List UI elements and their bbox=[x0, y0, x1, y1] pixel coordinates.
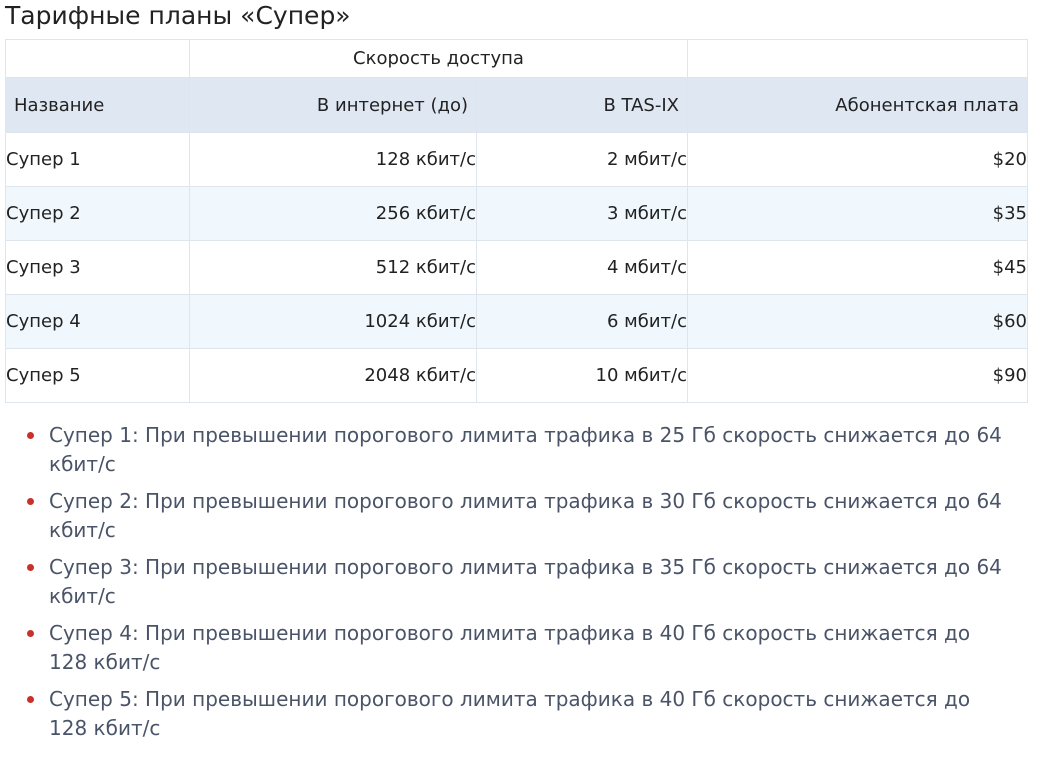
table-row: Супер 1 128 кбит/с 2 мбит/с $20 bbox=[5, 132, 1028, 187]
cell-name: Супер 5 bbox=[5, 348, 190, 403]
cell-name: Супер 1 bbox=[5, 132, 190, 187]
list-item: Супер 5: При превышении порогового лимит… bbox=[24, 685, 1014, 743]
table-row: Супер 5 2048 кбит/с 10 мбит/с $90 bbox=[5, 348, 1028, 403]
group-header-empty-left bbox=[5, 39, 190, 78]
group-header-speed: Скорость доступа bbox=[189, 39, 688, 78]
cell-name: Супер 4 bbox=[5, 294, 190, 349]
cell-fee: $60 bbox=[687, 294, 1028, 349]
column-header-internet: В интернет (до) bbox=[189, 77, 477, 133]
list-item: Супер 3: При превышении порогового лимит… bbox=[24, 553, 1014, 611]
cell-internet: 2048 кбит/с bbox=[189, 348, 477, 403]
table-row: Супер 3 512 кбит/с 4 мбит/с $45 bbox=[5, 240, 1028, 295]
tariff-table: Скорость доступа Название В интернет (до… bbox=[5, 39, 1028, 403]
table-header-row: Название В интернет (до) В TAS-IX Абонен… bbox=[5, 77, 1028, 133]
table-row: Супер 4 1024 кбит/с 6 мбит/с $60 bbox=[5, 294, 1028, 349]
cell-name: Супер 2 bbox=[5, 186, 190, 241]
cell-tasix: 2 мбит/с bbox=[476, 132, 688, 187]
group-header-empty-right bbox=[687, 39, 1028, 78]
cell-internet: 512 кбит/с bbox=[189, 240, 477, 295]
bullet-icon bbox=[27, 498, 34, 505]
note-text: Супер 3: При превышении порогового лимит… bbox=[49, 555, 1002, 608]
cell-tasix: 3 мбит/с bbox=[476, 186, 688, 241]
cell-fee: $20 bbox=[687, 132, 1028, 187]
page-title: Тарифные планы «Супер» bbox=[5, 1, 351, 30]
table-row: Супер 2 256 кбит/с 3 мбит/с $35 bbox=[5, 186, 1028, 241]
bullet-icon bbox=[27, 630, 34, 637]
bullet-icon bbox=[27, 564, 34, 571]
column-header-tasix: В TAS-IX bbox=[476, 77, 688, 133]
column-header-fee: Абонентская плата bbox=[687, 77, 1028, 133]
bullet-icon bbox=[27, 432, 34, 439]
list-item: Супер 4: При превышении порогового лимит… bbox=[24, 619, 1014, 677]
note-text: Супер 5: При превышении порогового лимит… bbox=[49, 687, 971, 740]
note-text: Супер 2: При превышении порогового лимит… bbox=[49, 489, 1002, 542]
traffic-limit-notes: Супер 1: При превышении порогового лимит… bbox=[24, 421, 1014, 751]
cell-tasix: 10 мбит/с bbox=[476, 348, 688, 403]
cell-internet: 1024 кбит/с bbox=[189, 294, 477, 349]
cell-internet: 128 кбит/с bbox=[189, 132, 477, 187]
note-text: Супер 1: При превышении порогового лимит… bbox=[49, 423, 1002, 476]
cell-fee: $90 bbox=[687, 348, 1028, 403]
cell-tasix: 4 мбит/с bbox=[476, 240, 688, 295]
cell-internet: 256 кбит/с bbox=[189, 186, 477, 241]
list-item: Супер 1: При превышении порогового лимит… bbox=[24, 421, 1014, 479]
cell-fee: $45 bbox=[687, 240, 1028, 295]
list-item: Супер 2: При превышении порогового лимит… bbox=[24, 487, 1014, 545]
cell-tasix: 6 мбит/с bbox=[476, 294, 688, 349]
note-text: Супер 4: При превышении порогового лимит… bbox=[49, 621, 971, 674]
cell-name: Супер 3 bbox=[5, 240, 190, 295]
table-group-header-row: Скорость доступа bbox=[5, 39, 1028, 78]
cell-fee: $35 bbox=[687, 186, 1028, 241]
column-header-name: Название bbox=[5, 77, 190, 133]
bullet-icon bbox=[27, 696, 34, 703]
